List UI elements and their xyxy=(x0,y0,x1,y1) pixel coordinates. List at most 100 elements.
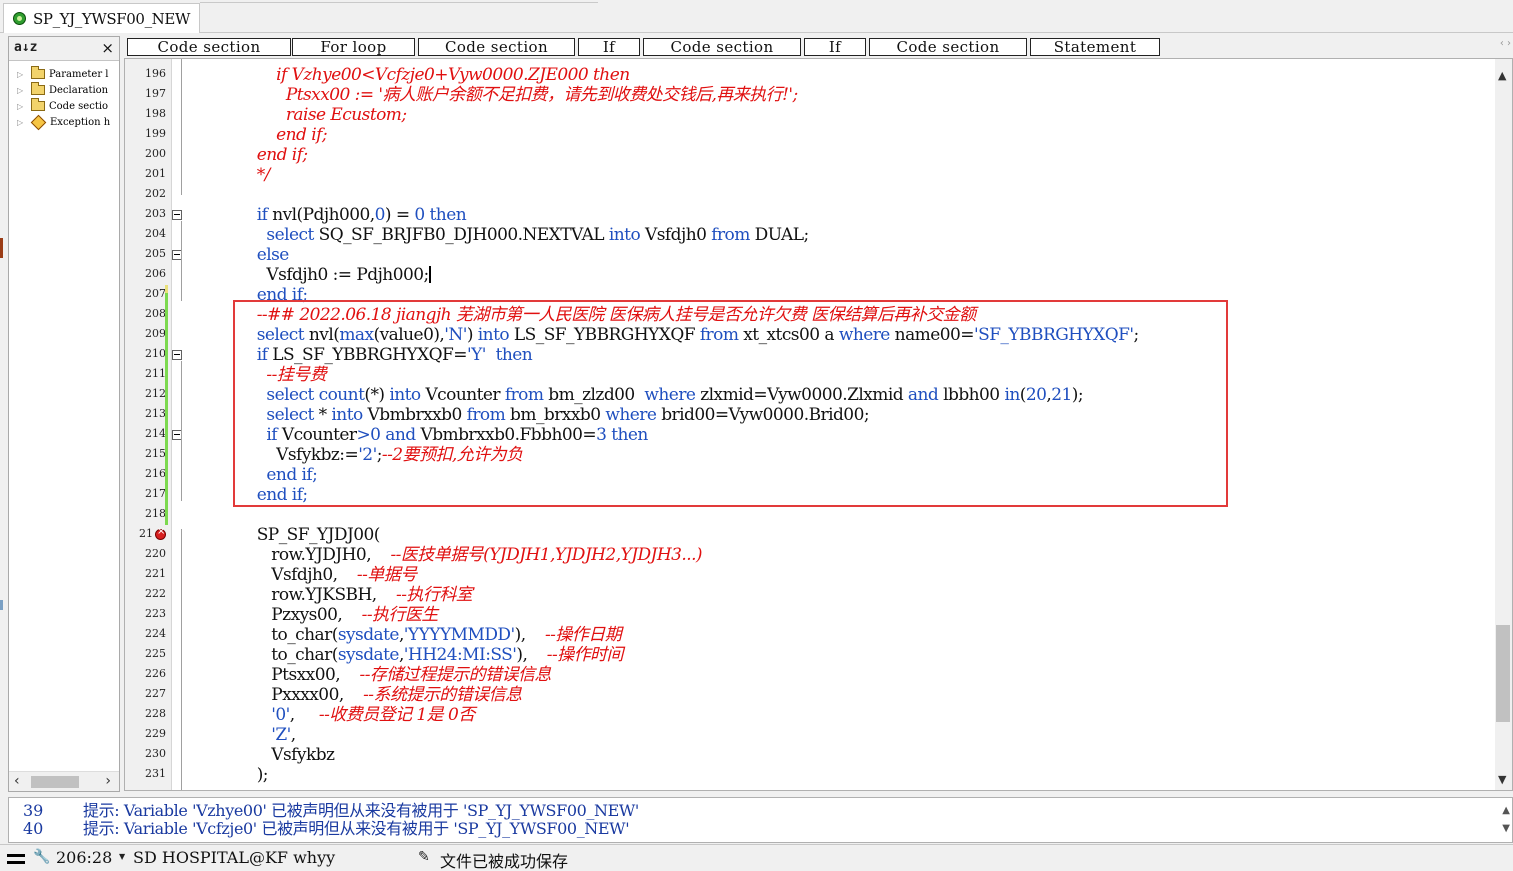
breadcrumb-item[interactable]: For loop xyxy=(292,38,415,56)
code-token: --操作日期 xyxy=(544,625,622,645)
modified-line-marker xyxy=(165,285,168,293)
line-number: 206 xyxy=(145,267,166,280)
output-scroll-icon[interactable]: ▲ ▼ xyxy=(1502,802,1510,838)
breadcrumb-scroll-icon[interactable]: ‹ › xyxy=(1500,38,1511,49)
code-token: */ xyxy=(247,165,271,185)
breadcrumb-item[interactable]: If xyxy=(804,38,866,56)
code-token: if xyxy=(247,205,273,225)
scroll-down-icon[interactable]: ▼ xyxy=(1498,773,1506,786)
close-icon[interactable]: × xyxy=(101,39,114,57)
breadcrumb-item[interactable]: If xyxy=(578,38,640,56)
code-token: to_char( xyxy=(247,645,338,665)
code-token: --执行科室 xyxy=(396,585,473,605)
scroll-thumb[interactable] xyxy=(1496,625,1510,722)
breadcrumb-item[interactable]: Code section xyxy=(418,38,575,56)
code-line[interactable]: end if; xyxy=(247,125,327,145)
code-token: Vsfdjh0 xyxy=(645,225,712,245)
line-number: 217 xyxy=(145,487,166,500)
chevron-down-icon[interactable]: ▼ xyxy=(119,852,125,861)
tree-item[interactable]: ▷ Exception h xyxy=(9,114,119,130)
code-token: ), xyxy=(516,645,547,665)
code-line[interactable]: raise Ecustom; xyxy=(247,105,407,125)
code-line[interactable]: to_char(sysdate,'YYYYMMDD'), --操作日期 xyxy=(247,625,621,645)
code-token: raise Ecustom; xyxy=(247,105,407,125)
line-number: 196 xyxy=(145,67,166,80)
fold-toggle-icon[interactable] xyxy=(172,350,182,360)
code-line[interactable]: ); xyxy=(247,765,269,785)
line-number: 229 xyxy=(145,727,166,740)
code-token: --操作时间 xyxy=(546,645,624,665)
tree-item[interactable]: ▷ Declaration xyxy=(9,82,119,98)
wrench-icon[interactable]: 🔧 xyxy=(33,849,50,865)
line-number: 209 xyxy=(145,327,166,340)
code-editor[interactable]: 196 197 198 199 200 201 202 203 204 205 206 207 208 2… xyxy=(124,58,1513,791)
expand-icon[interactable]: ▷ xyxy=(17,86,27,95)
code-line[interactable]: Ptsxx00 := '病人账户余额不足扣费，请先到收费处交钱后,再来执行!'; xyxy=(247,85,798,105)
code-line[interactable]: if nvl(Pdjh000,0) = 0 then xyxy=(247,205,467,225)
code-token: sysdate xyxy=(337,645,400,665)
breadcrumb-item[interactable]: Code section xyxy=(643,38,801,56)
editor-vertical-scrollbar[interactable]: ▲ ▼ xyxy=(1495,59,1512,790)
fold-margin xyxy=(172,59,186,790)
breadcrumb-item[interactable]: Code section xyxy=(869,38,1027,56)
code-line[interactable]: Pzxys00, --执行医生 xyxy=(247,605,438,625)
sort-icon[interactable]: a↓z xyxy=(14,40,37,55)
breakpoint-error-icon[interactable] xyxy=(155,526,166,540)
expand-icon[interactable]: ▷ xyxy=(17,70,27,79)
scroll-thumb[interactable] xyxy=(31,776,79,788)
expand-icon[interactable]: ▷ xyxy=(17,118,27,127)
tree-item-label: Declaration xyxy=(49,84,109,96)
scroll-left-icon[interactable]: ‹ xyxy=(14,773,20,789)
code-line[interactable]: Pxxxx00, --系统提示的错误信息 xyxy=(247,685,522,705)
code-tree: ▷ Parameter l ▷ Declaration ▷ Code sectio ▷ Exc… xyxy=(9,66,119,130)
line-number: 208 xyxy=(145,307,166,320)
scroll-right-icon[interactable]: › xyxy=(105,773,111,789)
code-line[interactable]: Vsfykbz xyxy=(247,745,335,765)
code-line[interactable]: select SQ_SF_BRJFB0_DJH000.NEXTVAL into … xyxy=(247,225,809,245)
code-line[interactable]: if Vzhye00<Vcfzje0+Vyw0000.ZJE000 then xyxy=(247,65,630,85)
highlight-box xyxy=(233,300,1228,507)
code-line[interactable]: else xyxy=(247,245,290,265)
cursor-position: 206:28 xyxy=(56,848,113,867)
line-number: 227 xyxy=(145,687,166,700)
tree-item[interactable]: ▷ Code sectio xyxy=(9,98,119,114)
code-line[interactable]: end if; xyxy=(247,145,308,165)
expand-icon[interactable]: ▷ xyxy=(17,102,27,111)
code-line[interactable]: to_char(sysdate,'HH24:MI:SS'), --操作时间 xyxy=(247,645,623,665)
tree-horizontal-scrollbar[interactable]: ‹ › xyxy=(9,771,119,791)
code-token: , xyxy=(289,705,319,725)
compiler-output-pane: ▲ ▼ 39 提示: Variable 'Vzhye00' 已被声明但从来没有被用于… xyxy=(8,797,1513,843)
status-bar: 🔧 206:28 ▼ SD HOSPITAL@KF whyy ✎ 文件已被成功保… xyxy=(0,844,1513,871)
line-number: 200 xyxy=(145,147,166,160)
code-token: --执行医生 xyxy=(361,605,439,625)
breadcrumb-item[interactable]: Statement xyxy=(1030,38,1160,56)
code-line[interactable]: row.YJKSBH, --执行科室 xyxy=(247,585,473,605)
code-line[interactable]: */ xyxy=(247,165,271,185)
code-line[interactable]: row.YJDJH0, --医技单据号(YJDJH1,YJDJH2,YJDJH3… xyxy=(247,545,702,565)
folder-icon xyxy=(31,98,45,111)
line-number: 216 xyxy=(145,467,166,480)
fold-guide-line xyxy=(181,221,182,301)
scroll-up-icon[interactable]: ▲ xyxy=(1498,69,1506,82)
code-line[interactable]: Vsfdjh0, --单据号 xyxy=(247,565,417,585)
code-token: SP_SF_YJDJ00( xyxy=(247,525,381,545)
left-edge-marker xyxy=(0,600,3,610)
folder-icon xyxy=(31,82,45,95)
code-token: end if; xyxy=(247,145,308,165)
code-token: 'HH24:MI:SS' xyxy=(403,645,517,665)
code-line[interactable]: SP_SF_YJDJ00( xyxy=(247,525,381,545)
fold-toggle-icon[interactable] xyxy=(172,210,182,220)
code-line[interactable]: '0', --收费员登记 1是 0否 xyxy=(247,705,475,725)
breadcrumb-item[interactable]: Code section xyxy=(127,38,291,56)
output-message-row[interactable]: 40 提示: Variable 'Vcfzje0' 已被声明但从来没有被用于 'S… xyxy=(9,820,1489,838)
output-line-number: 40 xyxy=(23,819,44,838)
tree-item[interactable]: ▷ Parameter l xyxy=(9,66,119,82)
code-line[interactable]: 'Z', xyxy=(247,725,296,745)
code-line[interactable]: Vsfdjh0 := Pdjh000; xyxy=(247,265,431,285)
tab-procedure[interactable]: SP_YJ_YWSF00_NEW xyxy=(3,3,200,33)
code-line[interactable]: Ptsxx00, --存储过程提示的错误信息 xyxy=(247,665,551,685)
output-message: 提示: Variable 'Vzhye00' 已被声明但从来没有被用于 'SP_… xyxy=(83,801,639,820)
output-message-row[interactable]: 39 提示: Variable 'Vzhye00' 已被声明但从来没有被用于 'S… xyxy=(9,802,1489,820)
line-number: 214 xyxy=(145,427,166,440)
